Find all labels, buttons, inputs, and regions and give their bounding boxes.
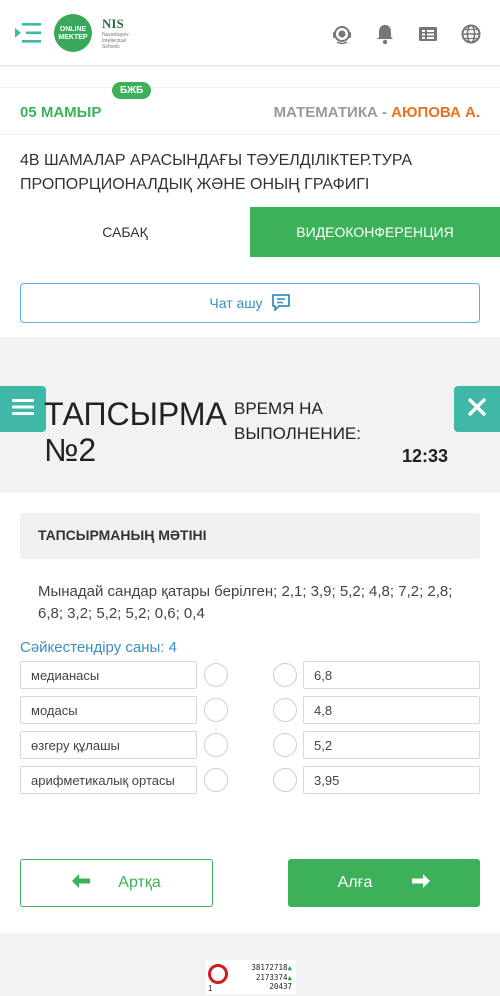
lesson-subject: МАТЕМАТИКА - АЮПОВА А. [274, 104, 480, 121]
match-row: модасы 4,8 [20, 696, 480, 724]
match-right-radio[interactable] [273, 698, 297, 722]
lesson-date: 05 МАМЫР [20, 104, 102, 121]
open-chat-label: Чат ашу [209, 295, 263, 311]
visit-counter-widget[interactable]: 1 38172718▲ 2173374▲ 20437 [206, 960, 296, 994]
close-icon [468, 397, 486, 421]
bell-icon[interactable] [374, 23, 396, 45]
support-icon[interactable] [331, 23, 353, 45]
bjb-badge: БЖБ [112, 82, 152, 99]
nis-logo-subtitle: Nazarbayev Intellectual Schools [102, 32, 129, 50]
task-text-heading: ТАПСЫРМАНЫҢ МӘТІНІ [20, 513, 480, 559]
match-left-radio[interactable] [204, 663, 228, 687]
lesson-title: 4В ШАМАЛАР АРАСЫНДАҒЫ ТӘУЕЛДІЛІКТЕР.ТУРА… [20, 152, 413, 193]
match-left-radio[interactable] [204, 733, 228, 757]
match-right-radio[interactable] [273, 768, 297, 792]
grades-icon[interactable] [417, 23, 439, 45]
match-right-radio[interactable] [273, 733, 297, 757]
time-label: ВРЕМЯ НА ВЫПОЛНЕНИЕ: [234, 399, 361, 443]
match-count: Сәйкестендіру саны: 4 [20, 639, 177, 656]
nis-logo-text: NIS [102, 16, 124, 31]
match-row: арифметикалық ортасы 3,95 [20, 766, 480, 794]
match-right-item[interactable]: 5,2 [303, 731, 480, 759]
match-left-item[interactable]: медианасы [20, 661, 197, 689]
counter-line: 38172718 [251, 963, 288, 972]
match-left-radio[interactable] [204, 768, 228, 792]
globe-icon[interactable] [460, 23, 482, 45]
counter-values: 38172718▲ 2173374▲ 20437 [244, 963, 292, 992]
up-arrow-icon: ▲ [287, 972, 292, 982]
match-right-item[interactable]: 4,8 [303, 696, 480, 724]
counter-logo-icon [208, 964, 228, 984]
arrow-left-icon [72, 873, 91, 893]
up-arrow-icon: ▲ [287, 963, 292, 972]
time-remaining: 12:33 [401, 446, 448, 466]
arrow-right-icon [412, 873, 431, 893]
match-right-item[interactable]: 6,8 [303, 661, 480, 689]
match-left-item[interactable]: модасы [20, 696, 197, 724]
match-right-item[interactable]: 3,95 [303, 766, 480, 794]
counter-line: 2173374 [255, 972, 288, 982]
task-text: Мынадай сандар қатары берілген; 2,1; 3,9… [38, 583, 453, 622]
counter-line: 20437 [269, 982, 292, 991]
match-left-item[interactable]: арифметикалық ортасы [20, 766, 197, 794]
task-title: ТАПСЫРМА №2 [44, 396, 227, 468]
subject-name: МАТЕМАТИКА - [273, 104, 392, 121]
back-button-label: Артқа [118, 874, 161, 891]
teacher-name: АЮПОВА А. [391, 104, 480, 121]
lesson-tabs: САБАҚ ВИДЕОКОНФЕРЕНЦИЯ [0, 207, 500, 257]
match-right-radio[interactable] [273, 663, 297, 687]
online-mektep-logo: ONLINE MEKTEP [54, 14, 92, 52]
match-row: өзгеру құлашы 5,2 [20, 731, 480, 759]
task-card: ТАПСЫРМАНЫҢ МӘТІНІ Мынадай сандар қатары… [0, 493, 500, 933]
nis-logo: NIS Nazarbayev Intellectual Schools [94, 14, 134, 52]
match-row: медианасы 6,8 [20, 661, 480, 689]
side-menu-button[interactable] [0, 386, 46, 432]
chat-section: Чат ашу [0, 257, 500, 337]
header-strip [0, 67, 500, 87]
next-button-label: Алға [337, 874, 373, 891]
tab-lesson[interactable]: САБАҚ [0, 207, 250, 257]
lesson-title-box: 4В ШАМАЛАР АРАСЫНДАҒЫ ТӘУЕЛДІЛІКТЕР.ТУРА… [0, 135, 500, 207]
open-chat-button[interactable]: Чат ашу [20, 283, 480, 323]
top-header: ONLINE MEKTEP NIS Nazarbayev Intellectua… [0, 0, 500, 66]
counter-digit: 1 [208, 984, 213, 993]
hamburger-icon [12, 398, 34, 421]
lesson-info-bar: 05 МАМЫР МАТЕМАТИКА - АЮПОВА А. [0, 88, 500, 134]
menu-toggle-icon[interactable] [14, 20, 42, 46]
match-left-radio[interactable] [204, 698, 228, 722]
next-button[interactable]: Алға [288, 859, 480, 907]
back-button[interactable]: Артқа [20, 859, 213, 907]
tab-videoconference[interactable]: ВИДЕОКОНФЕРЕНЦИЯ [250, 207, 500, 257]
page: ONLINE MEKTEP NIS Nazarbayev Intellectua… [0, 0, 500, 996]
close-task-button[interactable] [454, 386, 500, 432]
match-left-item[interactable]: өзгеру құлашы [20, 731, 197, 759]
chat-icon [271, 293, 291, 314]
